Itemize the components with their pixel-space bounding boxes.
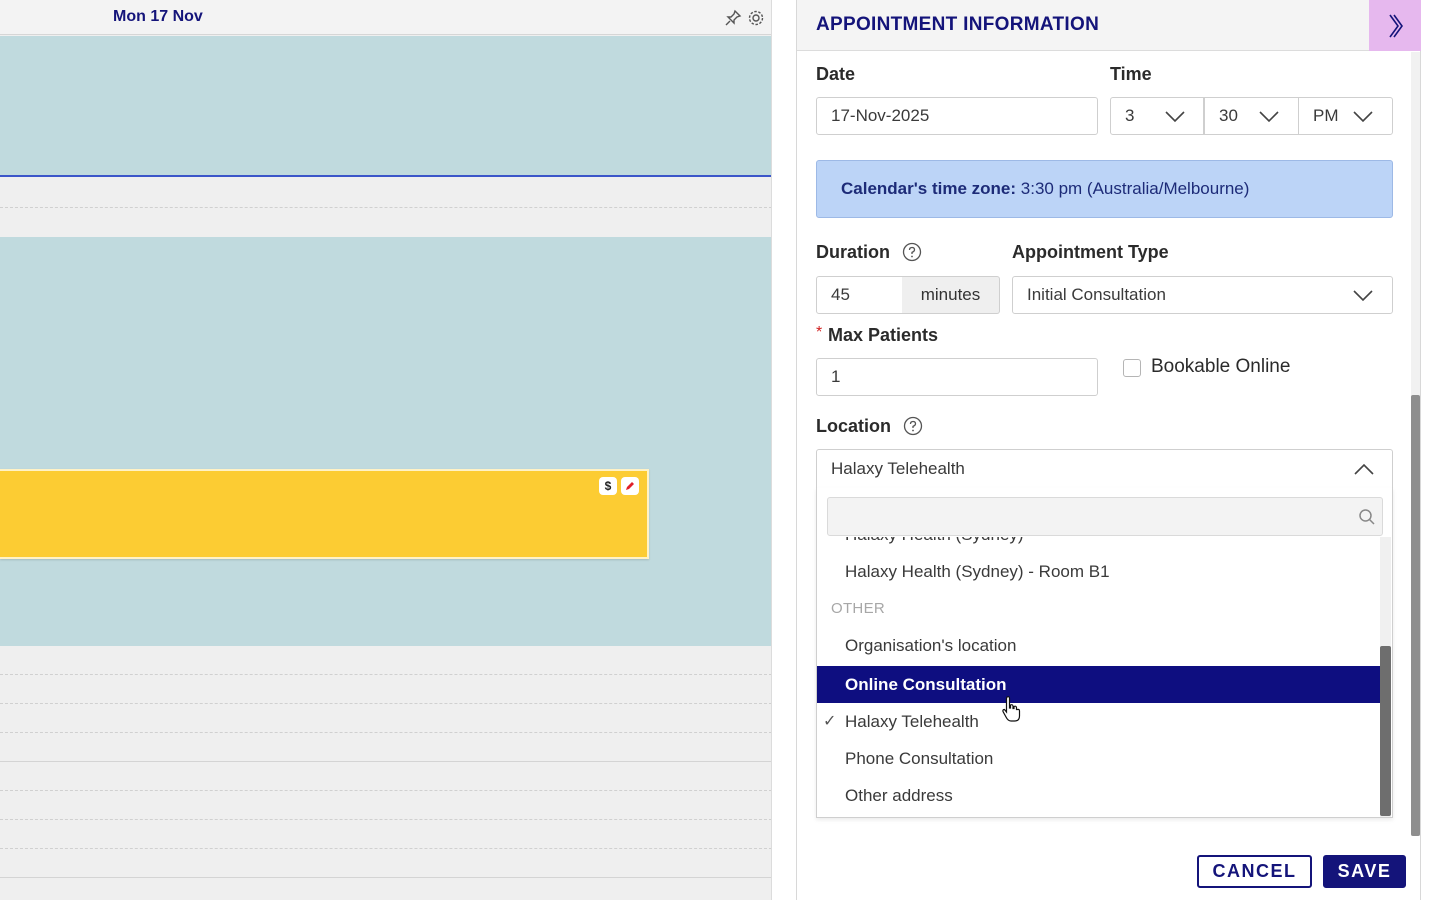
time-label: Time	[1110, 64, 1152, 84]
grid-line	[0, 207, 771, 208]
meridiem-select[interactable]: PM	[1298, 97, 1393, 135]
bookable-online-checkbox[interactable]	[1123, 359, 1141, 377]
hour-value: 3	[1125, 106, 1135, 125]
appointment-type-select[interactable]: Initial Consultation	[1012, 276, 1393, 314]
chevron-down-icon	[1353, 111, 1373, 123]
required-marker: *	[816, 324, 823, 341]
chevron-down-icon	[1259, 111, 1279, 123]
cancel-button[interactable]: CANCEL	[1197, 855, 1312, 888]
location-option[interactable]: Halaxy Health (Sydney) - Room B1	[817, 553, 1380, 590]
location-option[interactable]: Halaxy Health (Sydney)	[817, 537, 1380, 553]
gear-icon[interactable]	[747, 9, 765, 27]
duration-input[interactable]: 45	[816, 276, 903, 314]
day-header-label: Mon 17 Nov	[113, 8, 203, 25]
location-group-header: OTHER	[831, 600, 885, 617]
help-icon[interactable]	[902, 242, 922, 262]
timezone-value: 3:30 pm (Australia/Melbourne)	[1020, 179, 1250, 198]
search-icon	[1359, 509, 1375, 525]
panel-scrollbar-thumb[interactable]	[1411, 395, 1420, 836]
hand-pointer-icon	[1002, 696, 1021, 722]
pencil-icon[interactable]	[621, 477, 639, 495]
bookable-online-label[interactable]: Bookable Online	[1151, 356, 1290, 378]
grid-line	[0, 674, 771, 675]
grid-line	[0, 761, 771, 762]
meridiem-value: PM	[1313, 106, 1339, 125]
appointment-type-label: Appointment Type	[1012, 242, 1169, 262]
panel-title: APPOINTMENT INFORMATION	[816, 14, 1100, 35]
location-options-list: Halaxy Health (Sydney) Halaxy Health (Sy…	[817, 537, 1380, 817]
calendar-day-view: Mon 17 Nov $	[0, 0, 772, 900]
available-slot[interactable]	[0, 237, 771, 646]
pin-icon[interactable]	[724, 9, 742, 27]
minute-value: 30	[1219, 106, 1238, 125]
grid-line	[0, 848, 771, 849]
appointment-type-value: Initial Consultation	[1027, 285, 1166, 304]
grid-line	[0, 790, 771, 791]
duration-unit: minutes	[902, 276, 1000, 314]
double-chevron-right-icon	[1389, 14, 1403, 37]
location-option-selected[interactable]: ✓ Halaxy Telehealth	[817, 703, 1380, 740]
grid-line	[0, 819, 771, 820]
dropdown-scrollbar-thumb[interactable]	[1380, 646, 1391, 816]
timezone-banner: Calendar's time zone: 3:30 pm (Australia…	[816, 160, 1393, 218]
grid-line	[0, 703, 771, 704]
appointment-info-panel: APPOINTMENT INFORMATION Date Time 17-Nov…	[796, 0, 1421, 900]
timezone-prefix: Calendar's time zone:	[841, 179, 1017, 198]
panel-header: APPOINTMENT INFORMATION	[797, 0, 1421, 51]
dollar-icon[interactable]: $	[599, 477, 617, 495]
location-dropdown: Halaxy Health (Sydney) Halaxy Health (Sy…	[816, 488, 1393, 818]
calendar-day-header: Mon 17 Nov	[0, 0, 771, 35]
date-label: Date	[816, 64, 856, 84]
max-patients-label: Max Patients	[828, 325, 939, 345]
hour-select[interactable]: 3	[1110, 97, 1204, 135]
minute-select[interactable]: 30	[1204, 97, 1299, 135]
current-time-line	[0, 175, 771, 177]
help-icon[interactable]	[903, 416, 923, 436]
chevron-down-icon	[1353, 290, 1373, 302]
location-select[interactable]: Halaxy Telehealth	[816, 449, 1393, 489]
location-option-highlighted[interactable]: Online Consultation	[817, 666, 1380, 703]
chevron-up-icon	[1354, 463, 1374, 475]
location-option[interactable]: Phone Consultation	[817, 740, 1380, 777]
collapse-panel-button[interactable]	[1369, 0, 1421, 51]
location-option[interactable]: Organisation's location	[817, 627, 1380, 664]
chevron-down-icon	[1165, 111, 1185, 123]
save-button[interactable]: SAVE	[1323, 855, 1406, 888]
location-search-input[interactable]	[827, 497, 1383, 536]
date-field[interactable]: 17-Nov-2025	[816, 97, 1098, 135]
grid-line	[0, 877, 771, 878]
max-patients-input[interactable]: 1	[816, 358, 1098, 396]
duration-label: Duration	[816, 242, 890, 262]
location-label: Location	[816, 416, 891, 436]
appointment-block[interactable]: $	[0, 469, 649, 559]
location-option[interactable]: Other address	[817, 777, 1380, 814]
grid-line	[0, 732, 771, 733]
location-selected-value: Halaxy Telehealth	[831, 459, 965, 478]
available-slot[interactable]	[0, 36, 771, 176]
location-option-label: Halaxy Telehealth	[845, 712, 979, 731]
checkmark-icon: ✓	[823, 713, 837, 730]
